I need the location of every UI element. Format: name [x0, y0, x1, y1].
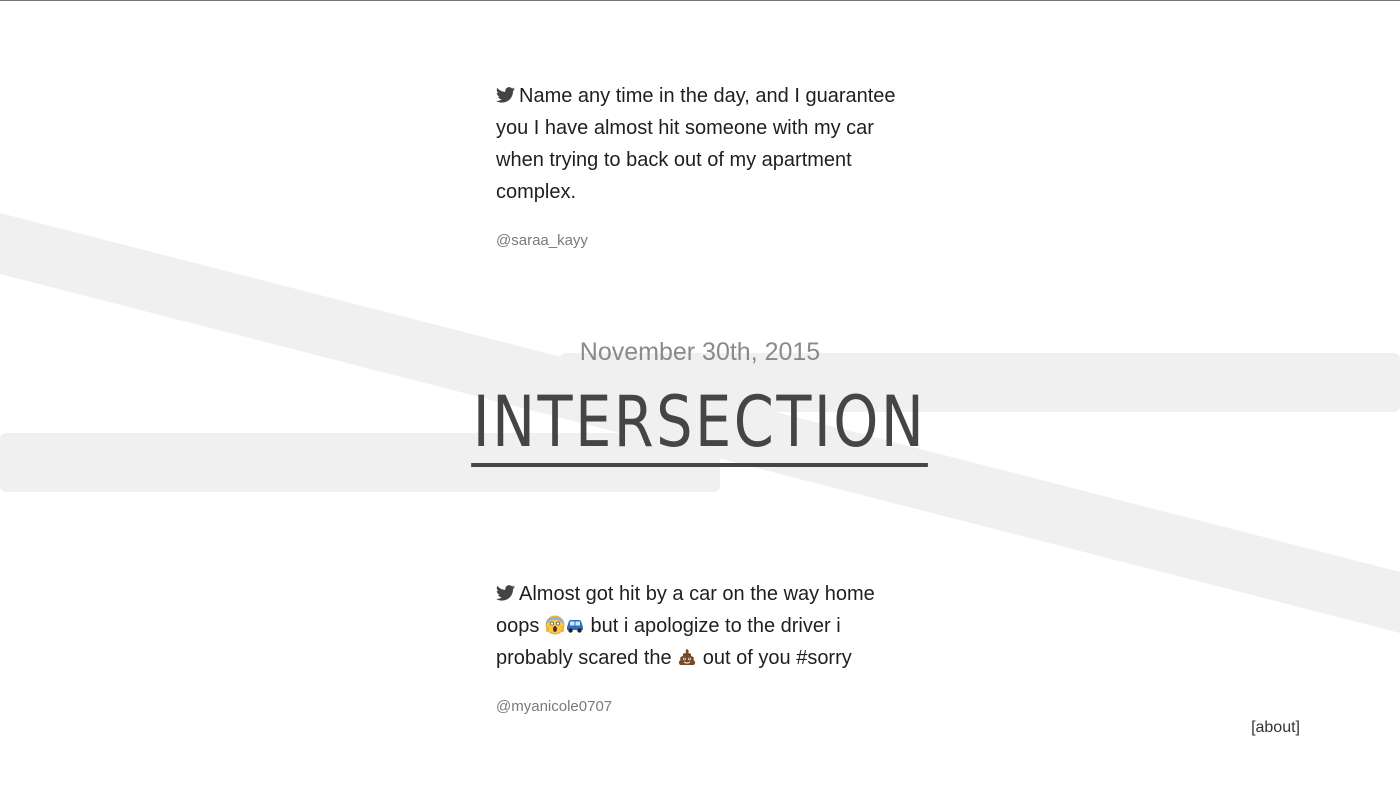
twitter-bird-icon — [496, 87, 515, 103]
tweet-text: Almost got hit by a car on the way home … — [496, 578, 906, 674]
about-link[interactable]: [about] — [1251, 719, 1300, 737]
car-emoji — [566, 620, 583, 633]
tweet-body-part-3: out of you #sorry — [697, 647, 852, 669]
tweet-text: Name any time in the day, and I guarante… — [496, 80, 906, 208]
page-title: INTERSECTION — [471, 381, 929, 467]
title-wrapper: INTERSECTION — [0, 381, 1400, 467]
tweet-handle[interactable]: @myanicole0707 — [496, 698, 612, 715]
tweet-body: Name any time in the day, and I guarante… — [496, 85, 896, 203]
screaming-face-emoji — [545, 615, 565, 635]
tweet-handle[interactable]: @saraa_kayy — [496, 232, 588, 249]
date-label: November 30th, 2015 — [579, 338, 821, 366]
pile-of-poo-emoji — [679, 649, 696, 665]
twitter-bird-icon — [496, 585, 515, 601]
page: Name any time in the day, and I guarante… — [0, 0, 1400, 800]
